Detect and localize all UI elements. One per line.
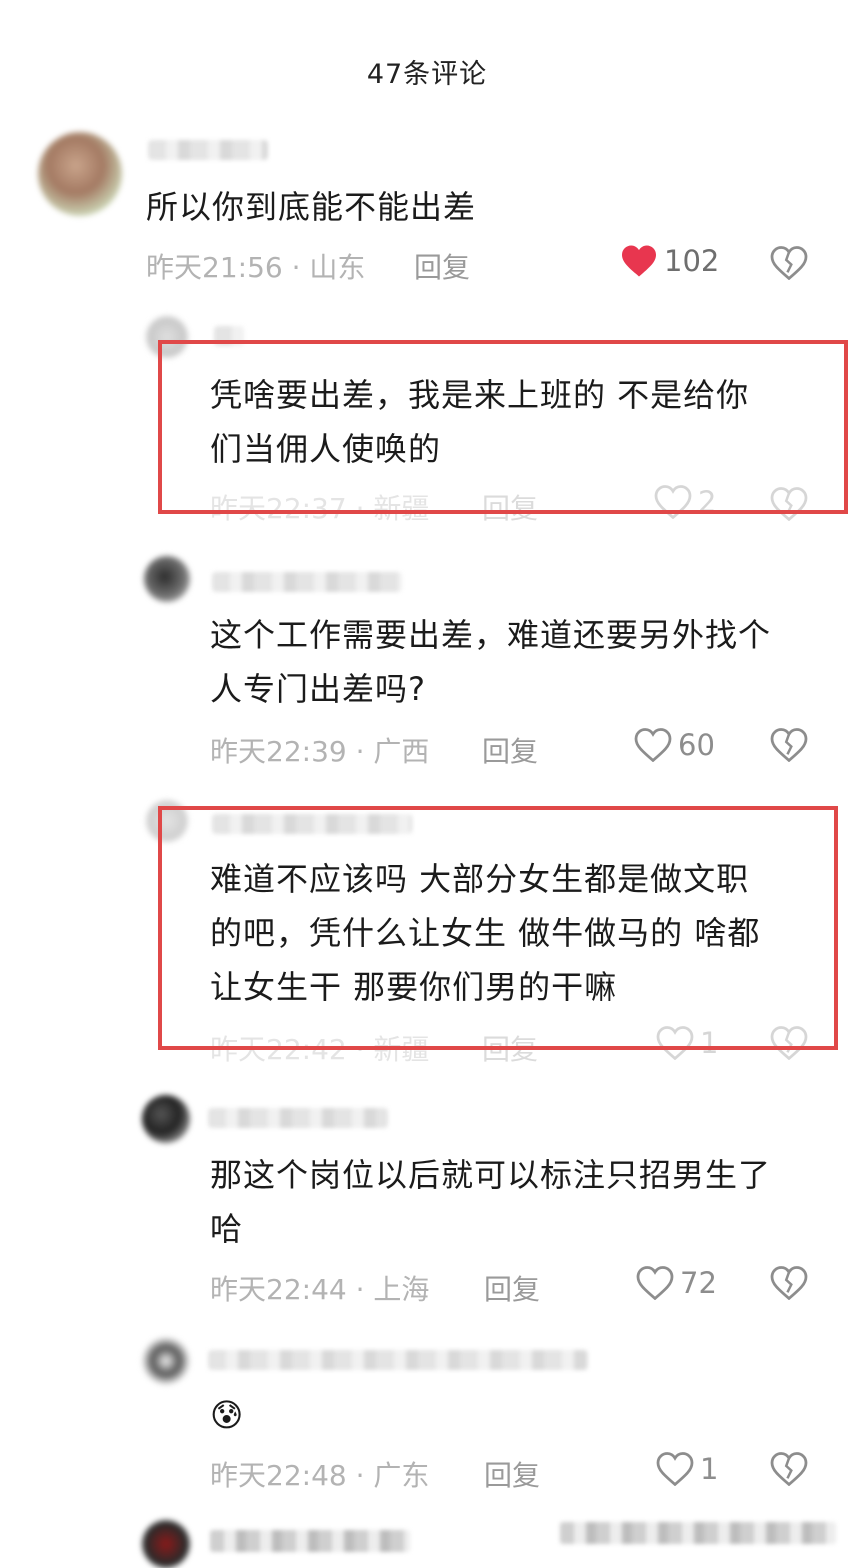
highlight-box xyxy=(158,340,848,514)
username-blurred[interactable] xyxy=(148,140,268,160)
comment-meta: 昨天22:44 · 上海 xyxy=(210,1273,430,1306)
like-count: 60 xyxy=(678,728,715,762)
heart-icon xyxy=(656,1452,694,1486)
avatar[interactable] xyxy=(144,556,190,602)
broken-heart-icon[interactable] xyxy=(770,1452,808,1486)
heart-icon xyxy=(636,1266,674,1300)
avatar[interactable] xyxy=(142,1337,190,1385)
reply-button[interactable]: 回复 xyxy=(414,246,470,286)
username-blurred[interactable] xyxy=(208,1108,388,1128)
like-button[interactable]: 72 xyxy=(636,1266,717,1300)
comment-meta: 昨天21:56 · 山东 xyxy=(146,251,366,284)
username-blurred[interactable] xyxy=(212,572,402,592)
comment-emoji: 😰 xyxy=(210,1396,245,1434)
comment-meta: 昨天22:48 · 广东 xyxy=(210,1459,430,1492)
heart-icon xyxy=(622,245,656,277)
broken-heart-icon[interactable] xyxy=(770,1266,808,1300)
comment-text: 这个工作需要出差，难道还要另外找个 人专门出差吗? xyxy=(210,616,772,708)
comment-text: 那这个岗位以后就可以标注只招男生了 哈 xyxy=(210,1156,772,1248)
heart-icon xyxy=(634,728,672,762)
like-count: 1 xyxy=(700,1452,719,1486)
avatar[interactable] xyxy=(142,1095,190,1143)
username-blurred[interactable] xyxy=(208,1350,588,1370)
like-count: 72 xyxy=(680,1266,717,1300)
username-blurred[interactable] xyxy=(210,1530,410,1552)
reply-button[interactable]: 回复 xyxy=(484,1268,540,1308)
comment-text: 所以你到底能不能出差 xyxy=(146,188,477,226)
like-button[interactable]: 1 xyxy=(656,1452,718,1486)
broken-heart-icon[interactable] xyxy=(770,246,808,280)
like-button[interactable]: 102 xyxy=(620,244,719,278)
comment-meta: 昨天22:39 · 广西 xyxy=(210,735,430,768)
reply-button[interactable]: 回复 xyxy=(484,1454,540,1494)
like-button[interactable]: 60 xyxy=(634,728,715,762)
highlight-box xyxy=(158,806,838,1050)
avatar[interactable] xyxy=(38,132,122,216)
like-count: 102 xyxy=(664,244,720,278)
watermark-blurred xyxy=(560,1522,836,1544)
reply-button[interactable]: 回复 xyxy=(482,730,538,770)
avatar[interactable] xyxy=(142,1520,190,1568)
comments-count-title: 47条评论 xyxy=(366,59,488,90)
broken-heart-icon[interactable] xyxy=(770,728,808,762)
